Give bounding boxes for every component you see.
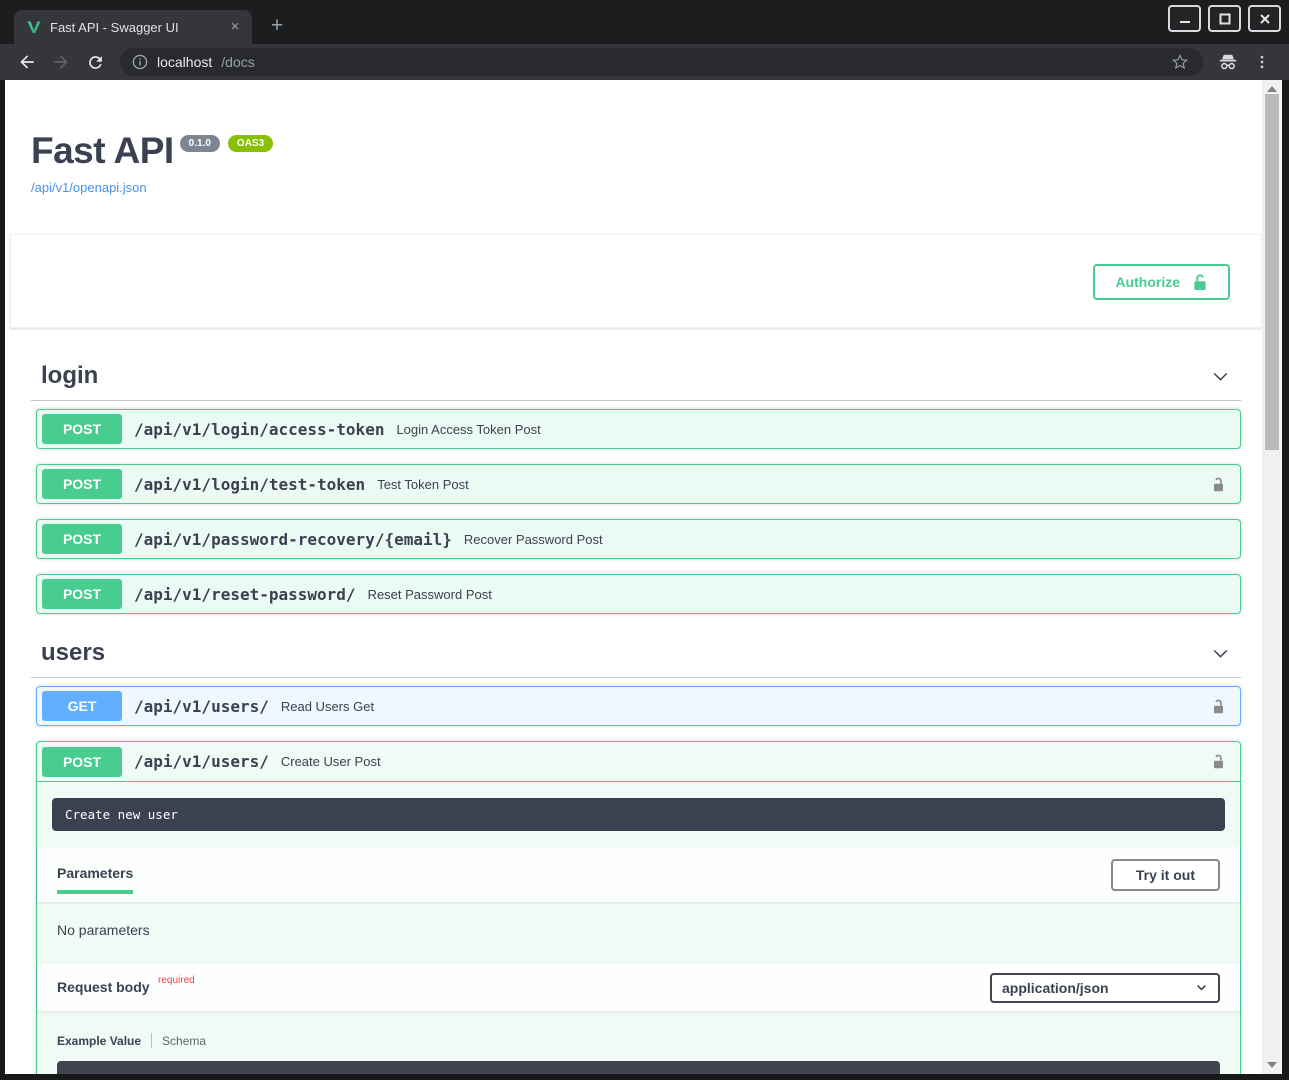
operation-summary: Reset Password Post [368, 587, 492, 602]
url-host: localhost [157, 54, 212, 70]
auth-lock-button[interactable] [1206, 472, 1230, 496]
api-info-section: Fast API 0.1.0 OAS3 /api/v1/openapi.json [5, 80, 1262, 197]
operation-row-login-test-token[interactable]: POST /api/v1/login/test-token Test Token… [36, 464, 1241, 504]
operations-wrapper: login POST /api/v1/login/access-token Lo… [5, 352, 1262, 1074]
unlocked-padlock-icon [1211, 697, 1226, 716]
maximize-button[interactable] [1208, 5, 1241, 32]
tag-name: login [41, 362, 98, 390]
browser-menu-button[interactable] [1249, 49, 1275, 75]
request-body-example-area: Example Value Schema { [37, 1011, 1240, 1074]
minimize-button[interactable] [1168, 5, 1201, 32]
method-badge: POST [42, 747, 122, 777]
content-type-value: application/json [1002, 980, 1195, 996]
back-button[interactable] [13, 48, 41, 76]
operation-summary: Test Token Post [377, 477, 469, 492]
unlocked-padlock-icon [1211, 475, 1226, 494]
operation-description: Create new user [52, 798, 1225, 831]
close-button[interactable] [1248, 5, 1281, 32]
browser-toolbar: localhost/docs [0, 44, 1289, 80]
address-bar[interactable]: localhost/docs [120, 48, 1203, 76]
page-scrollbar[interactable] [1262, 80, 1282, 1074]
operation-row-login-access-token[interactable]: POST /api/v1/login/access-token Login Ac… [36, 409, 1241, 449]
request-body-section-header: Request body required application/json [37, 964, 1240, 1011]
new-tab-button[interactable]: + [264, 14, 290, 40]
version-badge: 0.1.0 [180, 135, 220, 152]
page-title: Fast API [31, 132, 174, 169]
method-badge: POST [42, 469, 122, 499]
method-badge: POST [42, 414, 122, 444]
operation-row-password-recovery[interactable]: POST /api/v1/password-recovery/{email} R… [36, 519, 1241, 559]
oas3-badge: OAS3 [228, 135, 273, 152]
tab-close-icon[interactable]: × [226, 18, 244, 36]
close-icon [1259, 13, 1271, 25]
incognito-indicator [1215, 49, 1241, 75]
unlocked-padlock-icon [1192, 273, 1208, 291]
authorize-button[interactable]: Authorize [1093, 264, 1230, 300]
browser-window: Fast API - Swagger UI × + [0, 0, 1289, 1080]
openapi-spec-link[interactable]: /api/v1/openapi.json [31, 180, 147, 195]
parameters-tab-label: Parameters [57, 855, 133, 894]
method-badge: POST [42, 579, 122, 609]
try-it-out-button[interactable]: Try it out [1111, 859, 1220, 891]
forward-button[interactable] [47, 48, 75, 76]
content-type-dropdown[interactable]: application/json [990, 973, 1220, 1003]
star-icon [1171, 53, 1189, 71]
unlocked-padlock-icon [1211, 752, 1226, 771]
tab-divider [151, 1033, 152, 1048]
chevron-down-icon [1195, 981, 1208, 994]
auth-lock-button[interactable] [1206, 750, 1230, 774]
parameters-section-header: Parameters Try it out [37, 847, 1240, 902]
reload-icon [86, 53, 105, 72]
tag-header-users[interactable]: users [31, 629, 1241, 678]
forward-arrow-icon [51, 52, 71, 72]
tab-fast-api-swagger[interactable]: Fast API - Swagger UI × [14, 10, 252, 44]
back-arrow-icon [17, 52, 37, 72]
example-value-tab[interactable]: Example Value [57, 1034, 141, 1048]
scrollbar-thumb[interactable] [1265, 94, 1279, 450]
scrollbar-down-arrow[interactable] [1262, 1058, 1282, 1072]
operation-summary: Recover Password Post [464, 532, 603, 547]
schema-tab[interactable]: Schema [162, 1034, 206, 1048]
operation-row-create-user[interactable]: POST /api/v1/users/ Create User Post [37, 742, 1240, 782]
tab-title: Fast API - Swagger UI [50, 20, 218, 35]
operation-row-reset-password[interactable]: POST /api/v1/reset-password/ Reset Passw… [36, 574, 1241, 614]
tab-bar: Fast API - Swagger UI × + [0, 0, 1289, 44]
operation-summary: Read Users Get [281, 699, 374, 714]
scheme-container: Authorize [10, 234, 1262, 328]
operation-summary: Login Access Token Post [396, 422, 540, 437]
bookmark-star-button[interactable] [1167, 49, 1193, 75]
window-controls [1168, 5, 1281, 32]
auth-lock-button[interactable] [1206, 694, 1230, 718]
chevron-down-icon[interactable] [1210, 366, 1231, 387]
favicon-v-icon [26, 19, 42, 35]
request-body-label: Request body [57, 979, 150, 995]
url-path: /docs [221, 54, 254, 70]
example-code-block: { [57, 1061, 1220, 1074]
method-badge: GET [42, 691, 122, 721]
no-parameters-text: No parameters [37, 902, 1240, 964]
operation-row-read-users[interactable]: GET /api/v1/users/ Read Users Get [36, 686, 1241, 726]
swagger-ui-page: Fast API 0.1.0 OAS3 /api/v1/openapi.json… [5, 80, 1262, 1074]
required-marker: required [158, 975, 195, 986]
maximize-icon [1219, 13, 1231, 25]
page-info-icon[interactable] [132, 54, 148, 70]
chevron-down-icon[interactable] [1210, 643, 1231, 664]
operation-summary: Create User Post [281, 754, 381, 769]
operation-path: /api/v1/login/access-token [134, 420, 384, 439]
tag-header-login[interactable]: login [31, 352, 1241, 401]
kebab-menu-icon [1253, 53, 1271, 71]
operation-path: /api/v1/users/ [134, 697, 269, 716]
reload-button[interactable] [81, 48, 109, 76]
operation-path: /api/v1/reset-password/ [134, 585, 356, 604]
operation-path: /api/v1/password-recovery/{email} [134, 530, 452, 549]
operation-path: /api/v1/login/test-token [134, 475, 365, 494]
operation-block-create-user-expanded: POST /api/v1/users/ Create User Post Cre… [36, 741, 1241, 1074]
operation-path: /api/v1/users/ [134, 752, 269, 771]
minimize-icon [1179, 13, 1191, 25]
authorize-label: Authorize [1115, 274, 1180, 290]
method-badge: POST [42, 524, 122, 554]
tag-name: users [41, 639, 105, 667]
incognito-icon [1217, 51, 1239, 73]
